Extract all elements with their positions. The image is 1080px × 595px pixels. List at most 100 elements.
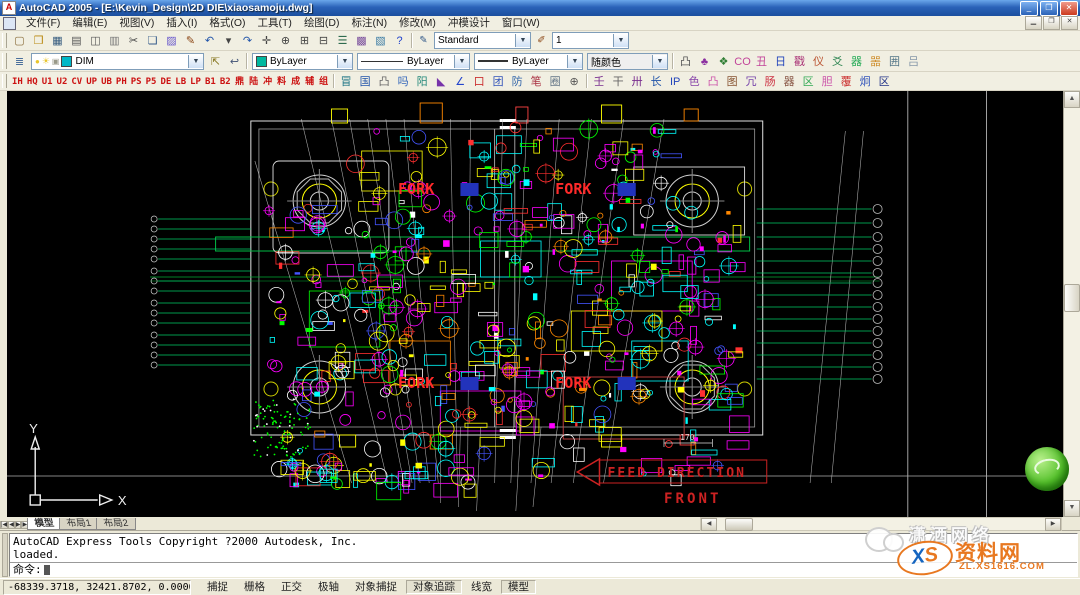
dd-a6-icon[interactable]: ◣: [432, 72, 451, 90]
dd-a11-icon[interactable]: 笔: [527, 72, 546, 90]
die-tool-辅[interactable]: 辅: [303, 72, 317, 89]
menu-item-window[interactable]: 窗口(W): [496, 17, 546, 29]
scroll-up-icon[interactable]: ▲: [1064, 91, 1080, 108]
pan-icon[interactable]: ✛: [257, 31, 276, 49]
toolbar-grip[interactable]: [2, 53, 7, 69]
mdi-minimize-button[interactable]: ▁: [1025, 16, 1042, 30]
dd-a5-icon[interactable]: 阳: [413, 72, 432, 90]
die-stack-icon[interactable]: 器: [847, 52, 866, 70]
die-tool-成[interactable]: 成: [289, 72, 303, 89]
minimize-button[interactable]: _: [1020, 1, 1038, 16]
dd-b14-icon[interactable]: 覆: [837, 72, 856, 90]
die-fold-icon[interactable]: ❖: [714, 52, 733, 70]
chevron-down-icon[interactable]: ▼: [337, 55, 352, 68]
make-object-layer-current-icon[interactable]: ⇱: [206, 52, 225, 70]
cut-icon[interactable]: ✂: [124, 31, 143, 49]
tab-nav-1[interactable]: ◀: [8, 521, 15, 529]
scroll-left-icon[interactable]: ◀: [701, 518, 717, 531]
mdi-restore-button[interactable]: ❐: [1043, 16, 1060, 30]
die-tool-UB[interactable]: UB: [99, 73, 114, 90]
redo-icon[interactable]: ↷: [238, 31, 257, 49]
die-tool-冲[interactable]: 冲: [261, 72, 275, 89]
toolbar-grip[interactable]: [2, 33, 7, 48]
match-properties-icon[interactable]: ✎: [181, 31, 200, 49]
dim-style-icon[interactable]: ✐: [533, 32, 550, 50]
open-icon[interactable]: ❒: [29, 31, 48, 49]
command-text-area[interactable]: AutoCAD Express Tools Copyright ?2000 Au…: [9, 533, 1078, 577]
dd-b6-icon[interactable]: 色: [685, 72, 704, 90]
menu-item-dimension[interactable]: 标注(N): [346, 17, 394, 29]
die-tool-LP[interactable]: LP: [188, 73, 203, 90]
chevron-down-icon[interactable]: ▼: [652, 55, 667, 68]
chevron-down-icon[interactable]: ▼: [515, 34, 530, 47]
dd-b3-icon[interactable]: 卅: [628, 72, 647, 90]
plot-preview-icon[interactable]: ◫: [86, 31, 105, 49]
die-link-icon[interactable]: 爻: [828, 52, 847, 70]
dd-a4-icon[interactable]: 吗: [394, 72, 413, 90]
die-tool-料[interactable]: 料: [275, 72, 289, 89]
bulb-icon[interactable]: ●: [35, 57, 40, 66]
die-sheet-icon[interactable]: 吕: [904, 52, 923, 70]
dd-b11-icon[interactable]: 器: [780, 72, 799, 90]
close-button[interactable]: ✕: [1060, 1, 1078, 16]
die-tool-PH[interactable]: PH: [114, 73, 129, 90]
horizontal-scrollbar[interactable]: ◀ ▶: [700, 517, 1062, 531]
save-icon[interactable]: ▦: [48, 31, 67, 49]
die-block-icon[interactable]: 日: [771, 52, 790, 70]
sun-icon[interactable]: ☀: [42, 56, 50, 67]
help-icon[interactable]: ?: [390, 32, 409, 50]
dd-b8-icon[interactable]: 图: [723, 72, 742, 90]
die-tool-LB[interactable]: LB: [173, 73, 188, 90]
die-tool-B2[interactable]: B2: [218, 73, 233, 90]
die-grid-icon[interactable]: 囲: [885, 52, 904, 70]
dd-a9-icon[interactable]: 团: [489, 72, 508, 90]
toggle-捕捉[interactable]: 捕捉: [200, 580, 235, 594]
undo-icon[interactable]: ↶: [200, 31, 219, 49]
dd-b15-icon[interactable]: 炯: [856, 72, 875, 90]
die-plates-icon[interactable]: 噐: [866, 52, 885, 70]
plot-icon[interactable]: ▤: [67, 31, 86, 49]
menu-item-format[interactable]: 格式(O): [203, 17, 251, 29]
dd-b9-icon[interactable]: 冗: [742, 72, 761, 90]
chevron-down-icon[interactable]: ▼: [613, 34, 628, 47]
die-tool-B1[interactable]: B1: [203, 73, 218, 90]
menu-item-file[interactable]: 文件(F): [20, 17, 66, 29]
command-splitter[interactable]: [2, 533, 8, 577]
document-icon[interactable]: [3, 17, 16, 30]
text-style-icon[interactable]: ✎: [415, 32, 432, 50]
toggle-极轴[interactable]: 极轴: [311, 580, 346, 594]
dim-style-combo[interactable]: 1 ▼: [552, 32, 629, 49]
designcenter-icon[interactable]: ▩: [352, 31, 371, 49]
scroll-down-icon[interactable]: ▼: [1064, 500, 1080, 517]
dd-b12-icon[interactable]: 区: [799, 72, 818, 90]
menu-item-edit[interactable]: 编辑(E): [66, 17, 113, 29]
die-tool-CV[interactable]: CV: [69, 73, 84, 90]
toggle-正交[interactable]: 正交: [274, 580, 309, 594]
toggle-栅格[interactable]: 栅格: [237, 580, 272, 594]
toggle-模型[interactable]: 模型: [501, 580, 536, 594]
dd-a8-icon[interactable]: 口: [470, 72, 489, 90]
copy-icon[interactable]: ❏: [143, 31, 162, 49]
tab-布局1[interactable]: 布局1: [59, 518, 99, 530]
chevron-down-icon[interactable]: ▼: [567, 55, 582, 68]
menu-item-draw[interactable]: 绘图(D): [298, 17, 346, 29]
maximize-button[interactable]: ❐: [1040, 1, 1058, 16]
text-style-combo[interactable]: Standard ▼: [434, 32, 531, 49]
toggle-线宽[interactable]: 线宽: [464, 580, 499, 594]
dd-b7-icon[interactable]: 凸: [704, 72, 723, 90]
dd-a7-icon[interactable]: ∠: [451, 72, 470, 90]
dd-b4-icon[interactable]: 长: [647, 72, 666, 90]
lock-icon[interactable]: ▣: [52, 57, 60, 66]
color-control-combo[interactable]: ByLayer ▼: [252, 53, 353, 70]
scroll-right-icon[interactable]: ▶: [1045, 518, 1061, 531]
properties-icon[interactable]: ☰: [333, 31, 352, 49]
dd-a1-icon[interactable]: 冒: [337, 72, 356, 90]
chevron-down-icon[interactable]: ▼: [188, 55, 203, 68]
die-wing-icon[interactable]: ♣: [695, 53, 714, 71]
toolbar-grip[interactable]: [2, 74, 7, 88]
dd-b10-icon[interactable]: 肠: [761, 72, 780, 90]
die-insert-icon[interactable]: 丑: [752, 52, 771, 70]
horizontal-scroll-thumb[interactable]: [725, 518, 753, 531]
die-tool-DE[interactable]: DE: [158, 73, 173, 90]
dd-b2-icon[interactable]: 干: [609, 72, 628, 90]
